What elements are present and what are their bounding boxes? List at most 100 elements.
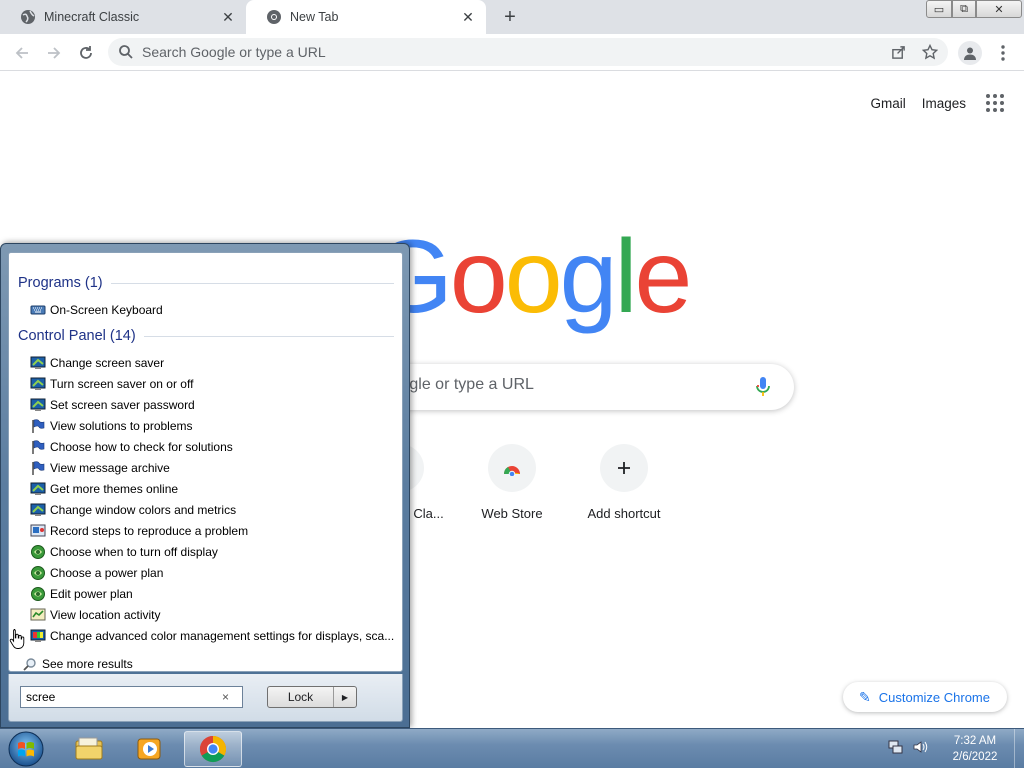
omnibox[interactable] xyxy=(108,38,948,66)
result-item[interactable]: Choose how to check for solutions xyxy=(30,436,398,457)
menu-button[interactable] xyxy=(993,41,1013,65)
browser-toolbar xyxy=(0,34,1024,71)
result-label: Choose how to check for solutions xyxy=(50,439,233,454)
power-icon xyxy=(31,565,45,580)
tab-strip: Minecraft Classic ✕ New Tab ✕ + ▭ ⧉ ✕ xyxy=(0,0,1024,34)
result-item[interactable]: Change screen saver xyxy=(30,352,398,373)
see-more-label: See more results xyxy=(42,657,133,671)
star-icon xyxy=(922,44,938,60)
close-icon[interactable]: ✕ xyxy=(458,7,478,27)
media-player-icon xyxy=(137,738,161,760)
microphone-icon[interactable] xyxy=(754,376,772,398)
taskbar-explorer-button[interactable] xyxy=(60,731,118,767)
result-label: Change screen saver xyxy=(50,355,165,370)
globe-icon xyxy=(21,10,35,24)
more-vert-icon xyxy=(1001,45,1005,61)
result-item[interactable]: Choose when to turn off display xyxy=(30,541,398,562)
location-icon xyxy=(30,608,46,620)
result-label: View solutions to problems xyxy=(50,418,193,433)
logo-letter: e xyxy=(634,219,693,335)
shortcut-icon-bg xyxy=(488,444,536,492)
minimize-button[interactable]: ▭ xyxy=(926,0,952,18)
logo-letter: g xyxy=(559,219,618,335)
result-label: Change window colors and metrics xyxy=(50,502,237,517)
back-button[interactable] xyxy=(9,40,35,66)
lock-button[interactable]: Lock xyxy=(268,687,334,707)
volume-icon[interactable] xyxy=(912,739,928,755)
result-item[interactable]: Record steps to reproduce a problem xyxy=(30,520,398,541)
tab-new-tab[interactable]: New Tab ✕ xyxy=(246,0,486,34)
result-item[interactable]: Edit power plan xyxy=(30,583,398,604)
monitor-icon xyxy=(30,503,46,516)
result-item[interactable]: Change advanced color management setting… xyxy=(30,625,398,646)
window-close-button[interactable]: ✕ xyxy=(976,0,1022,18)
result-item[interactable]: View solutions to problems xyxy=(30,415,398,436)
tab-minecraft-classic[interactable]: Minecraft Classic ✕ xyxy=(0,0,246,34)
result-item[interactable]: Get more themes online xyxy=(30,478,398,499)
recorder-icon xyxy=(30,524,46,536)
profile-button[interactable] xyxy=(958,41,982,65)
result-on-screen-keyboard[interactable]: On-Screen Keyboard xyxy=(30,299,398,320)
result-label: Record steps to reproduce a problem xyxy=(50,523,249,538)
omnibox-input[interactable] xyxy=(142,44,842,60)
start-menu: Programs (1) On-Screen Keyboard Control … xyxy=(0,243,410,728)
result-label: Get more themes online xyxy=(50,481,179,496)
result-label: Choose a power plan xyxy=(50,565,164,580)
close-icon[interactable]: ✕ xyxy=(218,7,238,27)
shortcut-web-store[interactable]: Web Store xyxy=(456,442,568,532)
windows-start-orb-icon[interactable] xyxy=(6,730,46,768)
show-desktop-button[interactable] xyxy=(1014,729,1024,768)
plus-icon xyxy=(618,462,630,474)
taskbar-clock[interactable]: 7:32 AM 2/6/2022 xyxy=(940,733,1010,765)
clock-time: 7:32 AM xyxy=(953,735,997,747)
chrome-icon xyxy=(267,10,281,24)
start-menu-results: Programs (1) On-Screen Keyboard Control … xyxy=(8,252,403,672)
logo-letter: o xyxy=(449,219,508,335)
see-more-results-link[interactable]: See more results xyxy=(23,657,133,671)
taskbar-media-player-button[interactable] xyxy=(121,731,179,767)
result-item[interactable]: View message archive xyxy=(30,457,398,478)
monitor-icon xyxy=(30,356,46,369)
taskbar-chrome-button[interactable] xyxy=(184,731,242,767)
maximize-button[interactable]: ⧉ xyxy=(952,0,976,18)
power-options-arrow[interactable]: ▶ xyxy=(334,687,356,707)
bookmark-button[interactable] xyxy=(917,38,943,66)
result-item[interactable]: Set screen saver password xyxy=(30,394,398,415)
flag-icon xyxy=(32,418,45,433)
new-tab-button[interactable]: + xyxy=(498,5,522,29)
result-item[interactable]: View location activity xyxy=(30,604,398,625)
logo-letter: l xyxy=(614,219,637,335)
taskbar: 7:32 AM 2/6/2022 xyxy=(0,728,1024,768)
group-programs-header: Programs (1) xyxy=(18,275,394,291)
shortcut-label: Web Store xyxy=(481,506,543,521)
monitor-icon xyxy=(30,377,46,390)
window-controls: ▭ ⧉ ✕ xyxy=(926,0,1022,18)
lock-button-group: Lock ▶ xyxy=(267,686,357,708)
forward-button[interactable] xyxy=(41,40,67,66)
result-label: Set screen saver password xyxy=(50,397,195,412)
start-search-input[interactable] xyxy=(26,690,216,704)
result-label: Choose when to turn off display xyxy=(50,544,218,559)
apps-grid-icon[interactable] xyxy=(986,94,1004,112)
start-search-box[interactable]: × xyxy=(20,686,243,708)
images-link[interactable]: Images xyxy=(922,96,966,111)
share-icon xyxy=(891,45,905,59)
arrow-right-icon xyxy=(48,47,61,59)
gmail-link[interactable]: Gmail xyxy=(870,96,905,111)
clock-date: 2/6/2022 xyxy=(952,751,998,763)
reload-icon xyxy=(80,46,92,59)
clear-icon[interactable]: × xyxy=(222,690,229,704)
hand-cursor-icon xyxy=(9,629,25,649)
result-item[interactable]: Turn screen saver on or off xyxy=(30,373,398,394)
reload-button[interactable] xyxy=(73,40,99,66)
customize-chrome-button[interactable]: ✎ Customize Chrome xyxy=(843,682,1007,712)
keyboard-icon xyxy=(30,305,46,314)
result-label: On-Screen Keyboard xyxy=(50,302,163,317)
share-button[interactable] xyxy=(885,38,911,66)
network-icon[interactable] xyxy=(888,739,904,755)
shortcut-label: Add shortcut xyxy=(587,506,661,521)
result-item[interactable]: Choose a power plan xyxy=(30,562,398,583)
result-item[interactable]: Change window colors and metrics xyxy=(30,499,398,520)
group-control-panel-header: Control Panel (14) xyxy=(18,328,394,344)
add-shortcut-button[interactable]: Add shortcut xyxy=(568,442,680,532)
